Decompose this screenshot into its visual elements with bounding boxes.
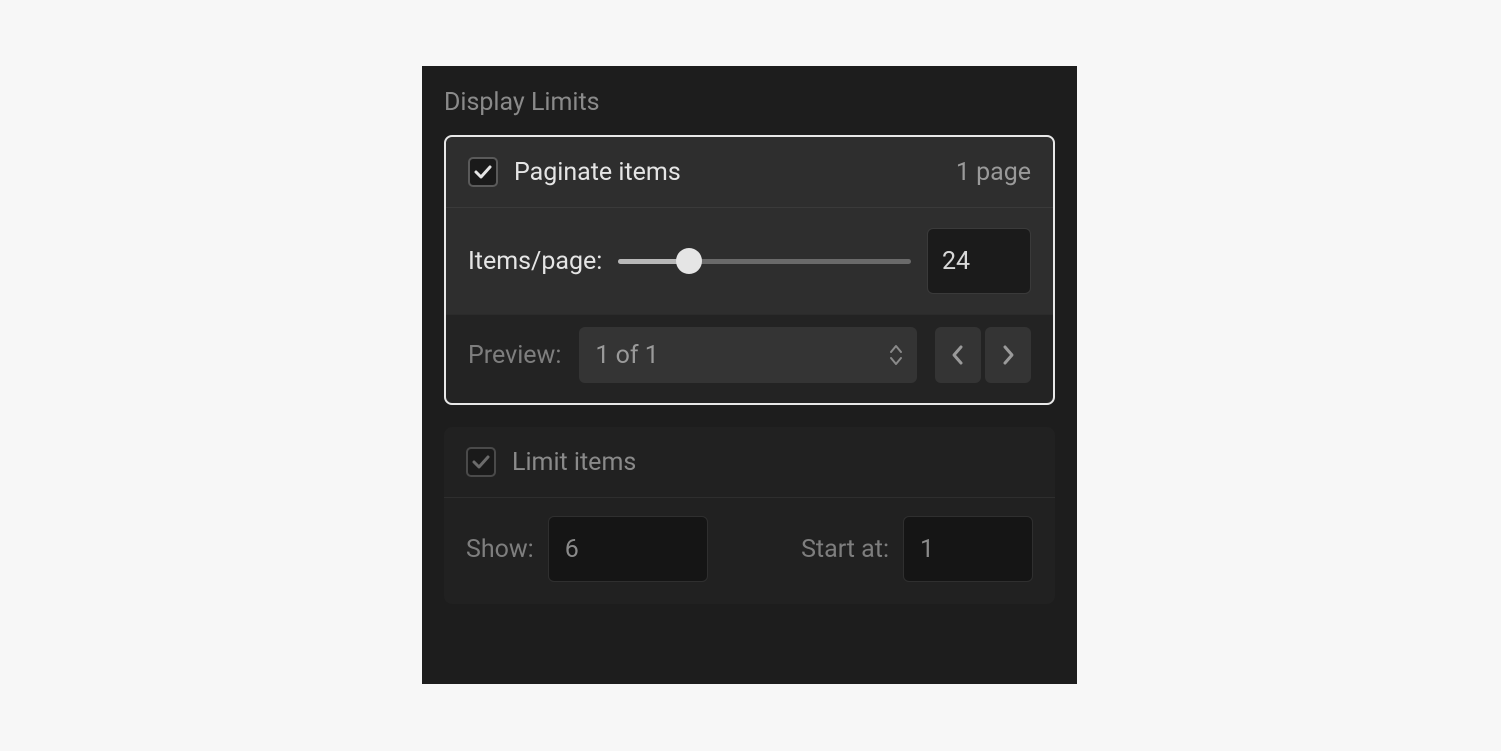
paginate-card: Paginate items 1 page Items/page: 24 Pre… [444, 135, 1055, 405]
paginate-header-row: Paginate items 1 page [446, 137, 1053, 208]
show-input[interactable]: 6 [548, 516, 708, 582]
paginate-label: Paginate items [514, 158, 681, 187]
preview-selected-value: 1 of 1 [595, 341, 658, 370]
slider-thumb[interactable] [676, 248, 702, 274]
chevron-right-icon [1000, 344, 1016, 366]
display-limits-panel: Display Limits Paginate items 1 page Ite… [422, 66, 1077, 684]
items-per-page-row: Items/page: 24 [446, 208, 1053, 314]
items-per-page-label: Items/page: [468, 247, 602, 276]
section-title: Display Limits [444, 88, 1055, 117]
preview-label: Preview: [468, 341, 561, 370]
preview-nav-group [935, 327, 1031, 383]
preview-next-button[interactable] [985, 327, 1031, 383]
check-icon [471, 452, 491, 472]
limit-values-row: Show: 6 Start at: 1 [444, 498, 1055, 604]
limit-items-checkbox[interactable] [466, 447, 496, 477]
preview-prev-button[interactable] [935, 327, 981, 383]
check-icon [473, 162, 493, 182]
limit-items-label: Limit items [512, 448, 636, 477]
preview-row: Preview: 1 of 1 [446, 314, 1053, 403]
start-at-input[interactable]: 1 [903, 516, 1033, 582]
page-count-label: 1 page [956, 158, 1031, 187]
chevron-left-icon [950, 344, 966, 366]
paginate-checkbox[interactable] [468, 157, 498, 187]
limit-header-row: Limit items [444, 427, 1055, 498]
items-per-page-slider[interactable] [618, 247, 911, 275]
limit-items-card: Limit items Show: 6 Start at: 1 [444, 427, 1055, 604]
select-stepper-icon [889, 344, 903, 366]
start-at-label: Start at: [801, 535, 889, 564]
items-per-page-input[interactable]: 24 [927, 228, 1031, 294]
preview-page-select[interactable]: 1 of 1 [579, 327, 917, 383]
show-label: Show: [466, 535, 534, 564]
